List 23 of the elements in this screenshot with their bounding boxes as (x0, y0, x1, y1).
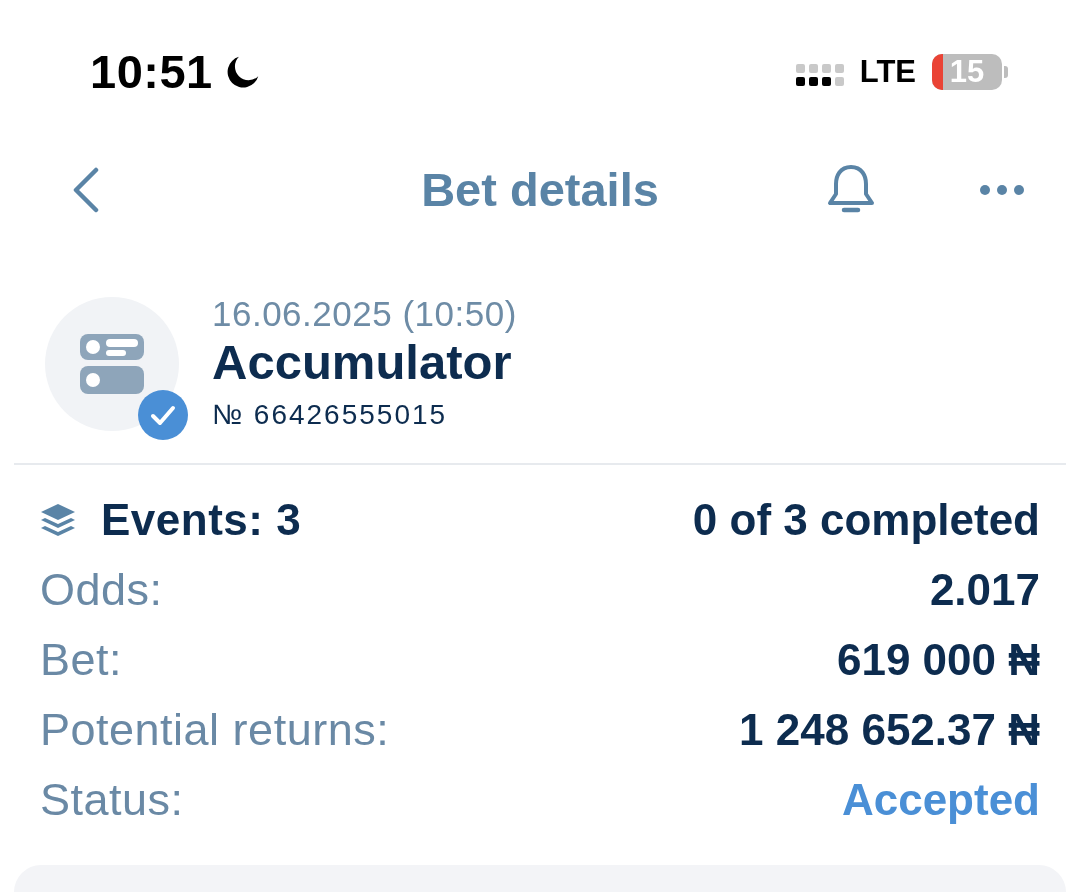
back-icon[interactable] (72, 167, 100, 213)
battery-indicator: 15 (932, 54, 1008, 90)
bet-date: 16.06.2025 (10:50) (212, 297, 517, 331)
status-time: 10:51 (90, 50, 213, 94)
bet-number: № 66426555015 (212, 399, 449, 431)
row-label: Status: (40, 773, 184, 827)
row-label: Odds: (40, 563, 163, 617)
network-label: LTE (859, 54, 916, 90)
row-label: Events: 3 (101, 494, 302, 546)
row-value: 0 of 3 completed (692, 494, 1040, 546)
signal-icon (795, 64, 844, 86)
page-title: Bet details (421, 162, 659, 218)
row-label: Bet: (40, 633, 123, 687)
row-value: 1 248 652.37 ₦ (739, 704, 1040, 756)
row-value: 619 000 ₦ (836, 634, 1040, 686)
row-label: Potential returns: (40, 703, 390, 757)
moon-icon (226, 55, 261, 89)
row-value: 2.017 (929, 564, 1040, 616)
more-icon[interactable] (980, 185, 1024, 195)
bet-type: Accumulator (212, 335, 513, 389)
row-value: Accepted (841, 774, 1040, 826)
layers-icon (40, 503, 76, 537)
list-icon (80, 334, 144, 394)
